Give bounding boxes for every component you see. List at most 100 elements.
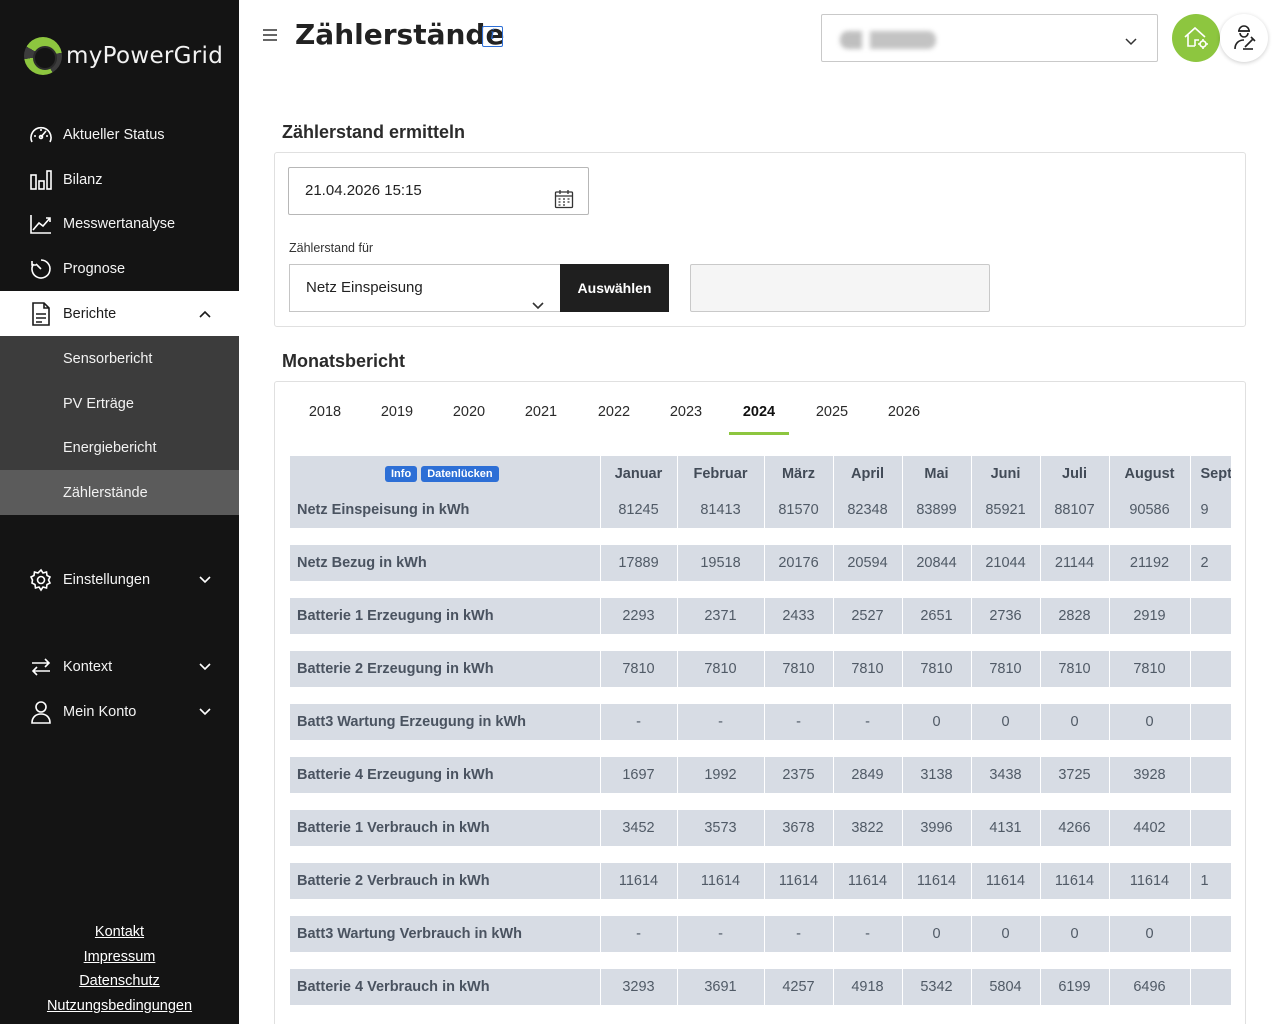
tab-2023[interactable]: 2023: [661, 404, 711, 435]
nutzungsbedingungen-link[interactable]: Nutzungsbedingungen: [0, 994, 239, 1019]
row-label: Netz Bezug in kWh: [290, 545, 601, 581]
sidebar-item-label: Messwertanalyse: [63, 215, 176, 232]
column-header: Juli: [1040, 456, 1110, 492]
sidebar-item-label: Einstellungen: [63, 571, 151, 588]
spacer-cell: [290, 581, 1231, 598]
house-settings-button[interactable]: [1172, 14, 1220, 62]
spacer-cell: [290, 1005, 1231, 1022]
sidebar-item-einstellungen[interactable]: Einstellungen: [0, 557, 239, 602]
sidebar-item-label: Berichte: [63, 305, 117, 322]
sidebar-subitem-pv-ertraege[interactable]: PV Erträge: [0, 381, 239, 426]
line-chart-icon: [28, 211, 54, 237]
table-cell: [1190, 651, 1231, 687]
datetime-input[interactable]: 21.04.2026 15:15: [288, 167, 589, 215]
tab-2020[interactable]: 2020: [444, 404, 494, 435]
table-cell: -: [764, 916, 834, 952]
tab-2022[interactable]: 2022: [589, 404, 639, 435]
datenschutz-link[interactable]: Datenschutz: [0, 969, 239, 994]
table-cell: 3293: [600, 969, 678, 1005]
bar-chart-icon: [28, 167, 54, 193]
tab-2024[interactable]: 2024: [729, 404, 789, 435]
row-spacer: [290, 687, 1231, 704]
table-cell: 7810: [902, 651, 972, 687]
table-cell: -: [600, 704, 678, 740]
table-header-row: Info Datenlücken Januar Februar März Apr…: [290, 456, 1231, 492]
tab-2019[interactable]: 2019: [372, 404, 422, 435]
brand-name: myPowerGrid: [66, 43, 224, 69]
spacer-cell: [290, 952, 1231, 969]
user-icon: [28, 699, 54, 725]
table-cell: 83899: [902, 492, 972, 528]
column-header: Januar: [600, 456, 678, 492]
hamburger-menu-icon[interactable]: [262, 27, 278, 43]
table-cell: 3996: [902, 810, 972, 846]
table-row: Netz Bezug in kWh 17889 19518 20176 20594 208…: [290, 545, 1231, 581]
tab-2025[interactable]: 2025: [807, 404, 857, 435]
column-header: April: [833, 456, 903, 492]
column-header: Mai: [902, 456, 972, 492]
kontakt-link[interactable]: Kontakt: [0, 920, 239, 945]
sidebar-item-aktueller-status[interactable]: Aktueller Status: [0, 112, 239, 157]
table-row: Batterie 1 Verbrauch in kWh 3452 3573 3678 3…: [290, 810, 1231, 846]
column-header: Juni: [971, 456, 1041, 492]
chevron-down-icon: [199, 704, 211, 720]
logo[interactable]: myPowerGrid: [24, 36, 223, 76]
table-cell: 11614: [1109, 863, 1191, 899]
sidebar-item-berichte[interactable]: Berichte: [0, 291, 239, 336]
calendar-icon[interactable]: [554, 182, 574, 228]
row-label: Batterie 1 Verbrauch in kWh: [290, 810, 601, 846]
sidebar: myPowerGrid Aktueller Status Bilanz Mess…: [0, 0, 239, 1024]
sidebar-item-bilanz[interactable]: Bilanz: [0, 157, 239, 202]
info-badge[interactable]: Info: [385, 466, 418, 483]
footer-links: Kontakt Impressum Datenschutz Nutzungsbe…: [0, 920, 239, 1018]
spacer-cell: [290, 687, 1231, 704]
sidebar-item-messwertanalyse[interactable]: Messwertanalyse: [0, 201, 239, 246]
row-label: Netz Einspeisung in kWh: [290, 492, 601, 528]
sidebar-item-prognose[interactable]: Prognose: [0, 246, 239, 291]
sidebar-subitem-zaehlerstaende[interactable]: Zählerstände: [0, 470, 239, 515]
table-cell: 11614: [600, 863, 678, 899]
table-cell: 3822: [833, 810, 903, 846]
table-cell: -: [764, 704, 834, 740]
meter-for-label: Zählerstand für: [289, 241, 374, 255]
house-gear-icon: [1184, 26, 1208, 49]
row-spacer: [290, 846, 1231, 863]
site-select[interactable]: [821, 14, 1158, 62]
tab-2026[interactable]: 2026: [879, 404, 929, 435]
column-header: Februar: [677, 456, 765, 492]
table-body: Netz Einspeisung in kWh 81245 81413 81570 82…: [290, 492, 1231, 1022]
table-cell: 21144: [1040, 545, 1110, 581]
table-cell: 0: [902, 704, 972, 740]
table-cell: [1190, 810, 1231, 846]
table-cell: 11614: [902, 863, 972, 899]
row-label: Batterie 4 Verbrauch in kWh: [290, 969, 601, 1005]
row-spacer: [290, 634, 1231, 651]
table-cell: 7810: [971, 651, 1041, 687]
table-cell: 1992: [677, 757, 765, 793]
gear-icon: [28, 567, 54, 593]
table-cell: -: [833, 916, 903, 952]
table-cell: 17889: [600, 545, 678, 581]
select-button[interactable]: Auswählen: [560, 264, 669, 312]
table-cell: [1190, 704, 1231, 740]
row-spacer: [290, 899, 1231, 916]
spacer-cell: [290, 740, 1231, 757]
meter-type-select[interactable]: Netz Einspeisung: [289, 264, 561, 312]
sidebar-item-kontext[interactable]: Kontext: [0, 644, 239, 689]
tab-2018[interactable]: 2018: [300, 404, 350, 435]
impressum-link[interactable]: Impressum: [0, 945, 239, 970]
table-cell: 2293: [600, 598, 678, 634]
spacer-cell: [290, 634, 1231, 651]
sidebar-subitem-energiebericht[interactable]: Energiebericht: [0, 425, 239, 470]
table-cell: -: [833, 704, 903, 740]
table-cell: 7810: [764, 651, 834, 687]
info-icon[interactable]: i: [482, 26, 503, 47]
tab-2021[interactable]: 2021: [516, 404, 566, 435]
table-cell: 7810: [677, 651, 765, 687]
row-label: Batterie 2 Erzeugung in kWh: [290, 651, 601, 687]
sidebar-item-label: Aktueller Status: [63, 126, 165, 143]
sidebar-item-mein-konto[interactable]: Mein Konto: [0, 689, 239, 734]
datenluecken-badge[interactable]: Datenlücken: [421, 466, 499, 483]
sidebar-subitem-sensorbericht[interactable]: Sensorbericht: [0, 336, 239, 381]
installer-button[interactable]: [1220, 14, 1268, 62]
